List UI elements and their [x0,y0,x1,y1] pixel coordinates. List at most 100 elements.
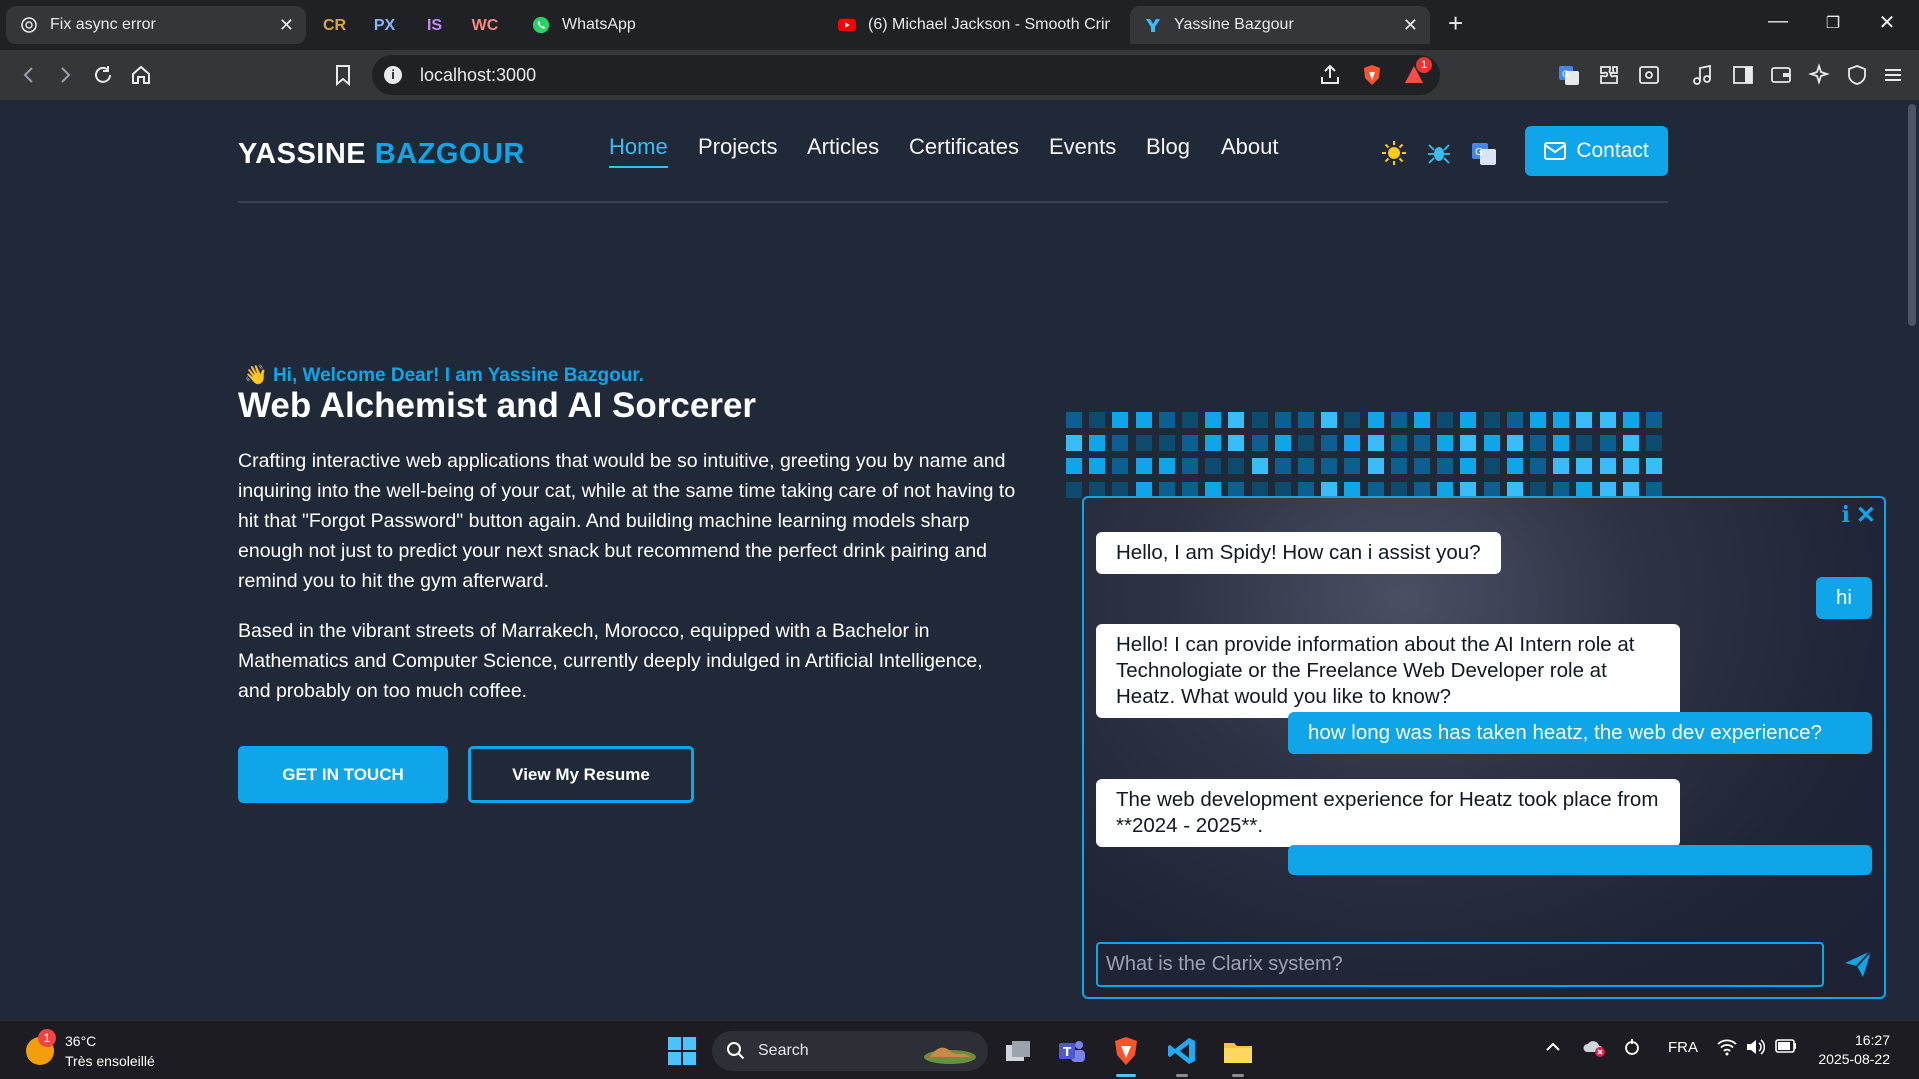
view-resume-button[interactable]: View My Resume [468,746,694,803]
scrollbar-thumb[interactable] [1908,104,1916,326]
info-icon[interactable]: i [1842,502,1850,528]
grid-square [1252,412,1268,428]
minimize-button[interactable]: — [1763,10,1793,33]
grid-square [1344,412,1360,428]
tab-fix-async-error[interactable]: Fix async error ✕ [6,6,306,44]
grid-square [1460,458,1476,474]
grid-square [1182,458,1198,474]
chat-input[interactable] [1096,942,1824,987]
tab-yassine-bazgour[interactable]: Yassine Bazgour ✕ [1130,6,1430,44]
grid-square [1391,458,1407,474]
nav-about[interactable]: About [1221,134,1279,160]
back-button[interactable] [16,62,42,88]
nav-articles[interactable]: Articles [807,134,879,160]
close-window-button[interactable]: ✕ [1872,10,1902,35]
volume-icon[interactable] [1745,1038,1766,1060]
yb-logo-icon [1144,16,1162,34]
search-label: Search [758,1042,809,1059]
tab-group-is[interactable]: IS [412,7,457,45]
taskbar-search[interactable]: Search [712,1031,988,1071]
reader-mode-icon[interactable] [1636,62,1662,88]
logo-last-name: BAZGOUR [374,138,525,170]
address-bar[interactable]: i localhost:3000 1 [372,55,1440,95]
extensions-icon[interactable] [1596,62,1622,88]
input-language[interactable]: FRA [1668,1039,1698,1056]
tab-group-label: PX [373,17,396,34]
contact-button[interactable]: Contact [1525,126,1668,176]
weather-description[interactable]: Très ensoleillé [65,1053,155,1069]
grid-square [1205,458,1221,474]
svg-text:T: T [1063,1045,1072,1059]
nav-events[interactable]: Events [1049,134,1116,160]
page-scrollbar[interactable] [1905,100,1919,1020]
grid-square [1159,412,1175,428]
vpn-icon[interactable] [1844,62,1870,88]
svg-text:G: G [1475,147,1483,158]
new-tab-button[interactable]: + [1448,8,1463,39]
grid-square [1275,435,1291,451]
brave-browser-icon[interactable] [1108,1033,1144,1077]
weather-temperature[interactable]: 36°C [65,1033,96,1049]
tab-youtube[interactable]: (6) Michael Jackson - Smooth Criminal [824,6,1124,44]
tab-group-px[interactable]: PX [362,7,407,45]
restore-button[interactable]: ❐ [1818,13,1848,33]
svg-text:G: G [1562,70,1569,80]
close-tab-icon[interactable]: ✕ [1403,15,1418,36]
hero-intro: Crafting interactive web applications th… [238,450,1016,592]
get-in-touch-button[interactable]: GET IN TOUCH [238,746,448,803]
bookmark-icon[interactable] [330,62,356,88]
nav-certificates[interactable]: Certificates [909,134,1019,160]
send-icon[interactable] [1842,948,1874,980]
mail-icon [1544,142,1567,160]
windows-start-icon[interactable] [664,1033,700,1069]
whatsapp-icon [532,16,550,34]
spider-icon[interactable] [1424,138,1454,168]
tab-group-cr[interactable]: CR [312,7,357,45]
nav-projects[interactable]: Projects [698,134,777,160]
sync-icon[interactable] [1622,1037,1642,1061]
brave-shields-icon[interactable] [1360,63,1384,92]
site-info-icon[interactable]: i [384,66,402,84]
wallet-icon[interactable] [1768,62,1794,88]
tab-title: Fix async error [50,16,156,33]
onedrive-error-icon[interactable] [1582,1037,1606,1061]
close-chat-icon[interactable]: ✕ [1856,501,1876,530]
close-tab-icon[interactable]: ✕ [279,15,294,36]
translate-site-icon[interactable]: G [1469,138,1499,168]
tab-whatsapp[interactable]: WhatsApp [518,6,818,44]
grid-square [1321,412,1337,428]
grid-square [1066,435,1082,451]
home-button[interactable] [128,62,154,88]
tab-group-wc[interactable]: WC [460,7,510,45]
leo-ai-icon[interactable] [1806,62,1832,88]
grid-square [1136,412,1152,428]
browser-toolbar: i localhost:3000 1 G [0,50,1919,100]
grid-square [1275,412,1291,428]
site-logo[interactable]: YASSINE BAZGOUR [238,138,525,171]
address-text: localhost:3000 [420,65,537,85]
wifi-icon[interactable] [1717,1038,1737,1060]
grid-square [1576,435,1592,451]
media-icon[interactable] [1690,62,1716,88]
sun-theme-icon[interactable] [1379,138,1409,168]
taskbar-clock[interactable]: 16:27 2025-08-22 [1818,1031,1890,1069]
battery-icon[interactable] [1775,1039,1797,1057]
forward-button[interactable] [52,62,78,88]
reload-button[interactable] [90,62,116,88]
teams-icon[interactable]: T [1054,1033,1090,1069]
vscode-icon[interactable] [1164,1033,1200,1077]
header-divider [238,201,1668,203]
sidebar-icon[interactable] [1730,62,1756,88]
translate-icon[interactable]: G [1556,62,1582,88]
nav-blog[interactable]: Blog [1146,134,1190,160]
task-view-icon[interactable] [1000,1033,1036,1069]
file-explorer-icon[interactable] [1220,1033,1256,1077]
grid-square [1228,435,1244,451]
grid-square [1228,458,1244,474]
show-hidden-icons-chevron[interactable] [1545,1039,1561,1056]
menu-icon[interactable] [1880,62,1906,88]
nav-home[interactable]: Home [609,134,668,168]
grid-square [1460,412,1476,428]
share-icon[interactable] [1318,63,1342,92]
grid-square [1321,435,1337,451]
